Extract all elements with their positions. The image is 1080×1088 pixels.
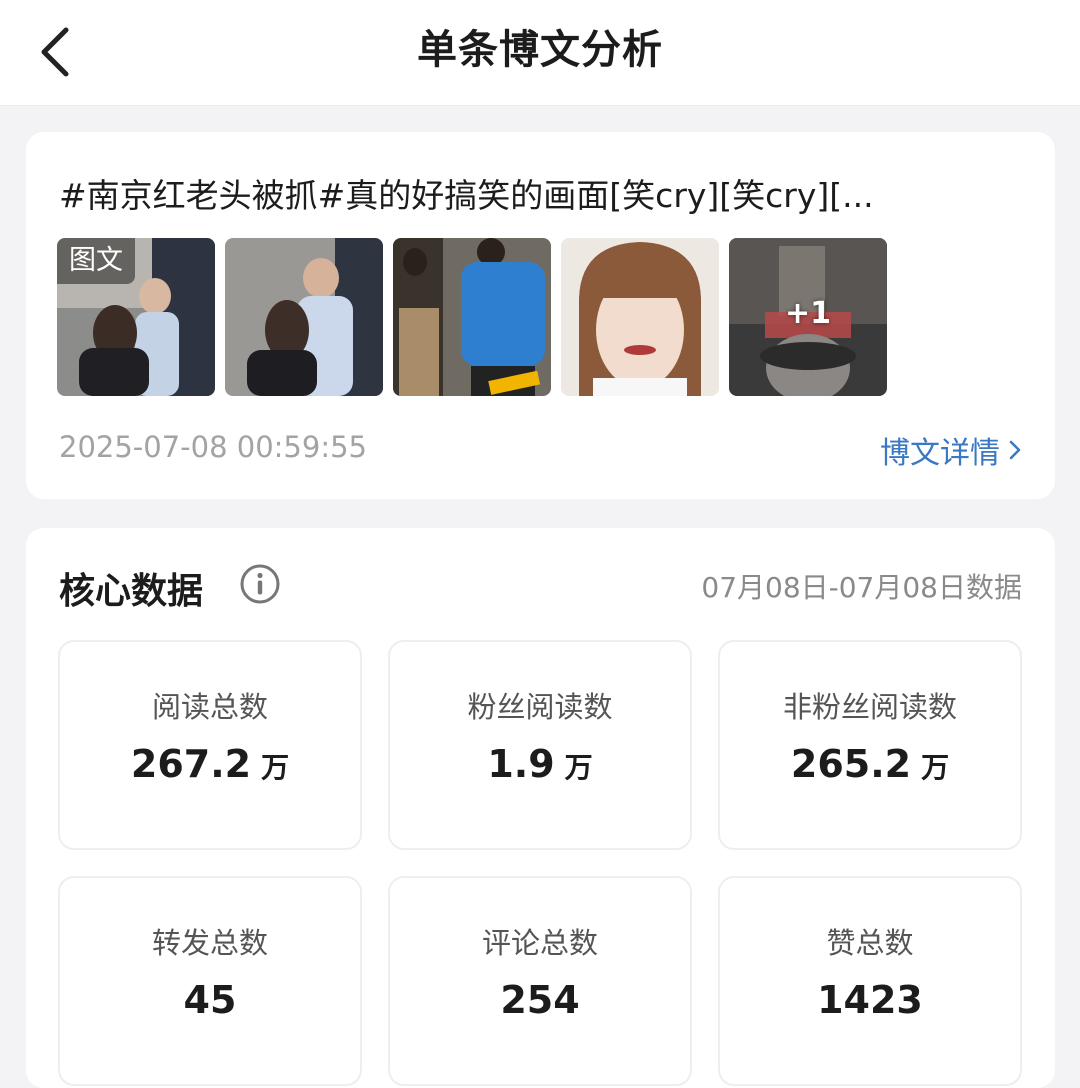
page-title: 单条博文分析 [417,27,663,73]
thumbnail-tag: 图文 [57,238,135,284]
post-text[interactable]: #南京红老头被抓#真的好搞笑的画面[笑cry][笑cry][... [59,174,1019,218]
core-data-card: 核心数据 07月08日-07月08日数据 阅读总数 267.2 万 粉丝阅读数 1… [26,528,1055,1088]
date-range: 07月08日-07月08日数据 [701,571,1022,604]
metric-label: 粉丝阅读数 [467,690,613,724]
metric-total-reads[interactable]: 阅读总数 267.2 万 [58,640,362,850]
post-timestamp: 2025-07-08 00:59:55 [59,430,367,464]
metric-total-comments[interactable]: 评论总数 254 [388,876,692,1086]
metric-label: 评论总数 [481,926,598,960]
metric-total-reposts[interactable]: 转发总数 45 [58,876,362,1086]
section-title: 核心数据 [59,571,204,612]
metric-fan-reads[interactable]: 粉丝阅读数 1.9 万 [388,640,692,850]
metric-value: 45 [183,978,237,1022]
metric-value: 1.9 万 [487,742,593,786]
photo-image [225,238,383,396]
post-thumbnail[interactable] [225,238,383,396]
metric-value: 267.2 万 [130,742,290,786]
post-detail-link[interactable]: 博文详情 [880,428,1022,472]
top-bar: 单条博文分析 [0,0,1080,106]
metric-label: 转发总数 [151,926,268,960]
chevron-right-icon [1009,440,1021,460]
metric-value: 265.2 万 [790,742,950,786]
metric-label: 阅读总数 [151,690,268,724]
photo-image [393,238,551,396]
metric-value: 254 [500,978,580,1022]
metric-non-fan-reads[interactable]: 非粉丝阅读数 265.2 万 [718,640,1022,850]
metric-total-likes[interactable]: 赞总数 1423 [718,876,1022,1086]
photo-image [561,238,719,396]
post-thumbnail[interactable] [393,238,551,396]
metric-label: 非粉丝阅读数 [782,690,957,724]
more-images-count: +1 [784,296,831,331]
metric-value: 1423 [817,978,923,1022]
post-thumbnail[interactable]: 图文 [57,238,215,396]
post-thumbnail[interactable] [561,238,719,396]
metric-label: 赞总数 [826,926,914,960]
post-detail-label: 博文详情 [880,436,1000,471]
info-icon[interactable] [239,563,281,605]
post-thumbnail[interactable]: +1 [729,238,887,396]
post-card[interactable]: #南京红老头被抓#真的好搞笑的画面[笑cry][笑cry][... 图文 +1 … [26,132,1055,499]
